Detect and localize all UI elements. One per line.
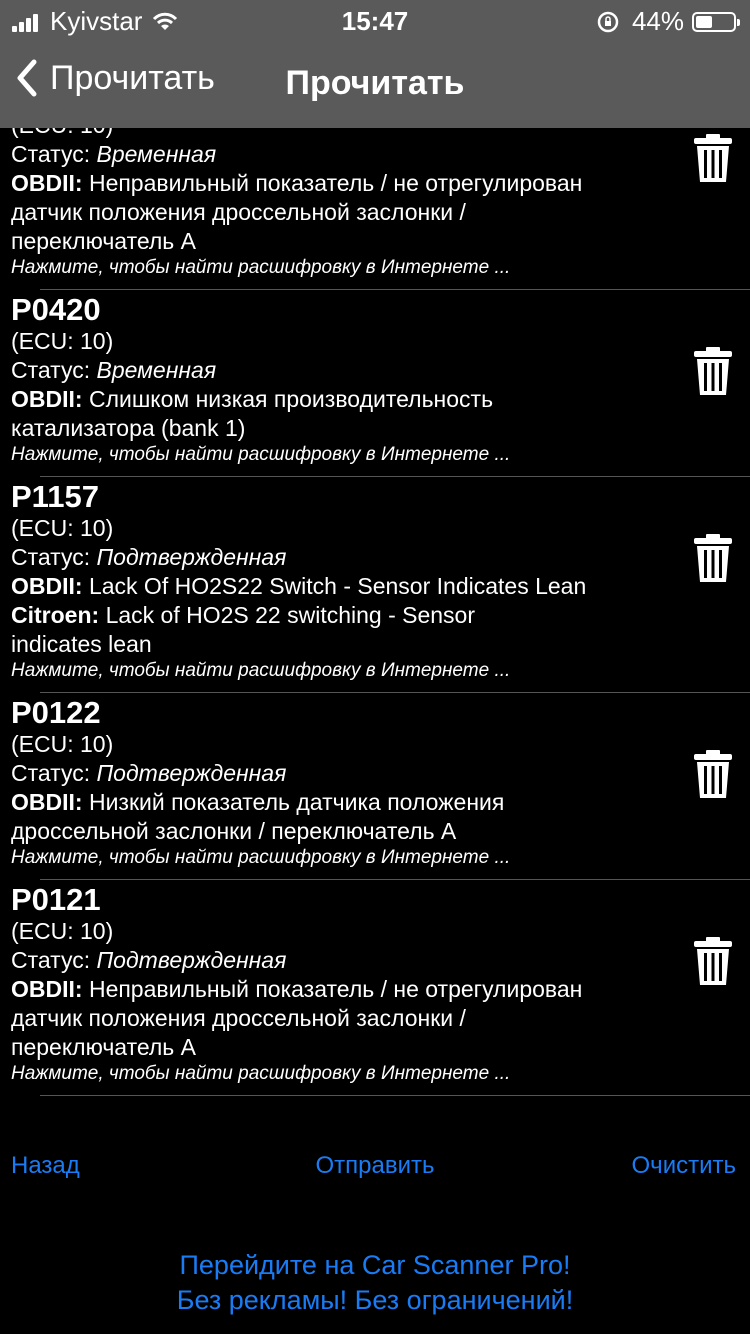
page-title-text: Прочитать [285, 64, 465, 102]
ecu-label: (ECU: 10) [11, 515, 114, 541]
description-text: Lack Of HO2S22 Switch - Sensor Indicates… [88, 573, 587, 599]
error-code: P0122 [11, 695, 101, 730]
list-item[interactable]: P0420 (ECU: 10) Статус: Временная OBDII:… [0, 290, 750, 477]
status-line: Статус: Подтвержденная [11, 946, 750, 975]
list-item[interactable]: (ECU: 10) Статус: Временная OBDII: Непра… [0, 128, 750, 290]
description-line: OBDII: Низкий показатель датчика положен… [11, 788, 750, 817]
rotation-lock-icon [597, 11, 619, 32]
status-line: Статус: Временная [11, 140, 750, 169]
error-code-list: (ECU: 10) Статус: Временная OBDII: Непра… [0, 128, 750, 1100]
error-code: P0420 [11, 292, 101, 327]
description-label: OBDII: [11, 573, 83, 599]
search-hint-link[interactable]: Нажмите, чтобы найти расшифровку в Интер… [11, 659, 750, 683]
status-value: Подтвержденная [96, 947, 287, 973]
list-item[interactable]: P0121 (ECU: 10) Статус: Подтвержденная O… [0, 880, 750, 1096]
description-line: OBDII: Неправильный показатель / не отре… [11, 169, 750, 198]
separator [40, 1095, 750, 1096]
status-label: Статус: [11, 760, 91, 786]
status-label: Статус: [11, 544, 91, 570]
description-text: переключатель А [11, 228, 197, 254]
battery-percent: 44% [631, 6, 684, 36]
description-text: Lack of HO2S 22 switching - Sensor [105, 602, 476, 628]
description-text: indicates lean [11, 631, 152, 657]
trash-icon[interactable] [693, 533, 733, 583]
ecu-label: (ECU: 10) [11, 918, 114, 944]
description-line: OBDII: Неправильный показатель / не отре… [11, 975, 750, 1004]
error-code: P0121 [11, 882, 101, 917]
trash-icon[interactable] [693, 133, 733, 183]
search-hint-link[interactable]: Нажмите, чтобы найти расшифровку в Интер… [11, 1062, 750, 1086]
status-label: Статус: [11, 141, 91, 167]
trash-icon[interactable] [693, 346, 733, 396]
ecu-label: (ECU: 10) [11, 128, 750, 140]
description-label: Citroen: [11, 602, 100, 628]
search-hint-link[interactable]: Нажмите, чтобы найти расшифровку в Интер… [11, 443, 750, 467]
description-text: датчик положения дроссельной заслонки / [11, 1005, 466, 1031]
search-hint-link[interactable]: Нажмите, чтобы найти расшифровку в Интер… [11, 846, 750, 870]
promo-banner[interactable]: Перейдите на Car Scanner Pro! Без реклам… [0, 1248, 750, 1318]
promo-line-1: Перейдите на Car Scanner Pro! [179, 1250, 571, 1280]
ecu-label: (ECU: 10) [11, 328, 114, 354]
description-text: катализатора (bank 1) [11, 415, 246, 441]
description-label: OBDII: [11, 976, 83, 1002]
status-label: Статус: [11, 947, 91, 973]
clear-button[interactable]: Очистить [632, 1152, 736, 1180]
trash-icon[interactable] [693, 749, 733, 799]
error-code: P1157 [11, 479, 99, 514]
status-line: Статус: Подтвержденная [11, 759, 750, 788]
navigation-bar: Прочитать Прочитать [0, 40, 750, 128]
description-text: Слишком низкая производительность [88, 386, 494, 412]
status-value: Временная [96, 357, 217, 383]
description-label: OBDII: [11, 789, 83, 815]
description-line: OBDII: Lack Of HO2S22 Switch - Sensor In… [11, 572, 750, 601]
description-line: OBDII: Слишком низкая производительность [11, 385, 750, 414]
ecu-label: (ECU: 10) [11, 731, 114, 757]
status-value: Временная [96, 141, 217, 167]
list-item[interactable]: P1157 (ECU: 10) Статус: Подтвержденная O… [0, 477, 750, 693]
status-line: Статус: Подтвержденная [11, 543, 750, 572]
description-text: дроссельной заслонки / переключатель А [11, 818, 457, 844]
status-value: Подтвержденная [96, 544, 287, 570]
bottom-toolbar: Назад Отправить Очистить [0, 1146, 750, 1190]
description-text: переключатель А [11, 1034, 197, 1060]
battery-icon [692, 11, 740, 32]
status-value: Подтвержденная [96, 760, 287, 786]
description-label: OBDII: [11, 170, 83, 196]
description-line-2: Citroen: Lack of HO2S 22 switching - Sen… [11, 601, 750, 630]
description-text: Низкий показатель датчика положения [88, 789, 505, 815]
status-right: 44% [596, 6, 740, 37]
description-label: OBDII: [11, 386, 83, 412]
promo-line-2: Без рекламы! Без ограничений! [176, 1285, 574, 1315]
status-line: Статус: Временная [11, 356, 750, 385]
status-label: Статус: [11, 357, 91, 383]
description-text: датчик положения дроссельной заслонки / [11, 199, 466, 225]
trash-icon[interactable] [693, 936, 733, 986]
list-item[interactable]: P0122 (ECU: 10) Статус: Подтвержденная O… [0, 693, 750, 880]
description-text: Неправильный показатель / не отрегулиров… [88, 170, 583, 196]
description-text: Неправильный показатель / не отрегулиров… [88, 976, 583, 1002]
status-bar: Kyivstar 15:47 44% [0, 0, 750, 40]
search-hint-link[interactable]: Нажмите, чтобы найти расшифровку в Интер… [11, 256, 750, 280]
page-title: Прочитать [0, 64, 750, 103]
